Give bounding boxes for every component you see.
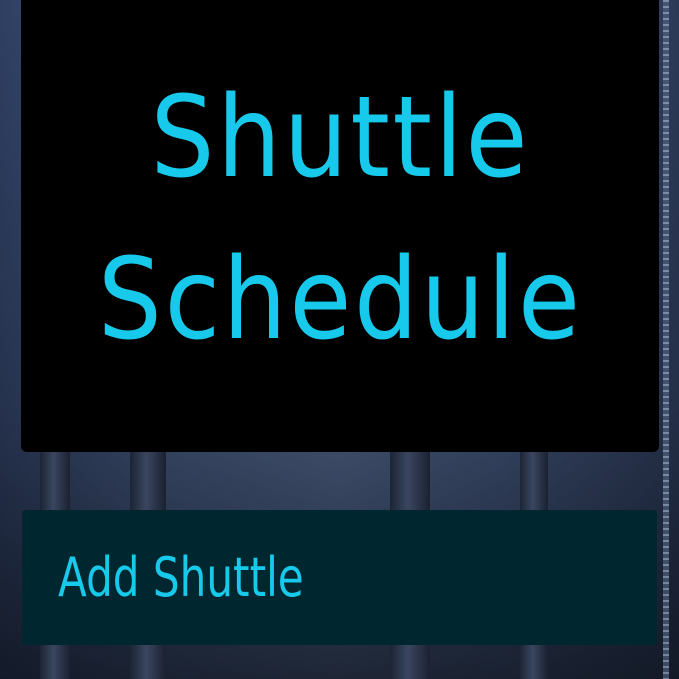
add-shuttle-label: Add Shuttle: [58, 546, 304, 609]
page-title-line2: Schedule: [97, 235, 583, 365]
title-card: Shuttle Schedule: [21, 0, 659, 452]
add-shuttle-button[interactable]: Add Shuttle: [22, 510, 657, 645]
background-wall-stripe: [663, 0, 669, 679]
page-title-line1: Shuttle: [150, 73, 530, 203]
page-title: Shuttle Schedule: [98, 57, 583, 395]
